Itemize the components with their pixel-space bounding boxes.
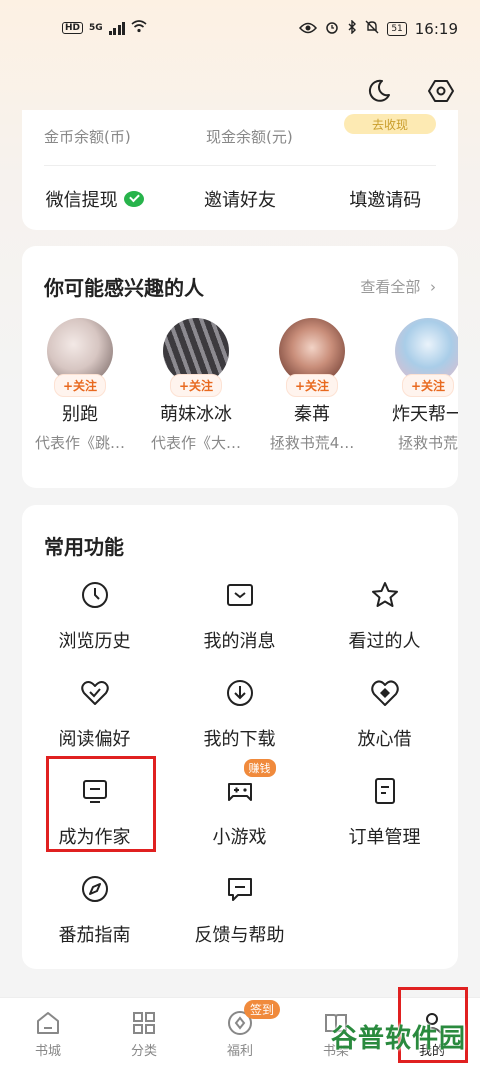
person-desc: 拯救书荒 [397,434,458,452]
earn-badge: 赚钱 [243,759,276,777]
star-icon [365,575,405,615]
person-card[interactable]: +关注 秦苒 拯救书荒4… [254,318,370,453]
settings-icon[interactable] [426,76,456,106]
enter-invite-code-label: 填邀请码 [349,190,422,211]
enter-invite-code-button[interactable]: 填邀请码 [313,186,458,212]
view-all-link[interactable]: 查看全部 › [360,276,436,297]
loan-icon [365,673,405,713]
function-loan[interactable]: 放心借 [312,673,457,751]
follow-button[interactable]: +关注 [53,374,107,397]
section-title: 你可能感兴趣的人 [44,276,204,300]
function-mini-games[interactable]: 赚钱 小游戏 [167,759,312,849]
wechat-withdraw-button[interactable]: 微信提现 [22,186,167,212]
function-viewed-people[interactable]: 看过的人 [312,575,457,653]
alarm-icon [325,20,339,38]
function-label: 阅读偏好 [58,729,131,750]
tab-label: 分类 [130,1044,157,1059]
clock-time: 16:19 [414,20,458,38]
function-label: 反馈与帮助 [194,925,285,946]
function-label: 小游戏 [212,827,267,848]
avatar: +关注 [163,318,229,397]
view-all-label: 查看全部 [360,278,421,296]
hd-indicator: HD [62,22,84,34]
function-reading-preference[interactable]: 阅读偏好 [22,673,167,751]
function-label: 浏览历史 [58,631,131,652]
heart-check-icon [75,673,115,713]
wechat-icon [123,191,144,207]
download-icon [220,673,260,713]
battery-indicator: 51 [387,22,407,36]
function-label: 我的下载 [203,729,276,750]
function-label: 放心借 [357,729,412,750]
top-actions [364,76,456,106]
divider [44,165,436,166]
function-guide[interactable]: 番茄指南 [22,869,167,947]
watermark-text: 谷普软件园 [330,1024,466,1054]
person-card[interactable]: +关注 萌妹冰冰 代表作《大… [138,318,254,453]
avatar: +关注 [395,318,458,397]
wifi-icon [131,20,147,36]
status-bar: HD 5G 51 16:19 [0,0,480,58]
eye-icon [299,20,318,38]
home-icon [33,1008,63,1038]
person-card[interactable]: +关注 别跑 代表作《跳… [22,318,138,453]
function-history[interactable]: 浏览历史 [22,575,167,653]
grid-icon [129,1008,159,1038]
wechat-withdraw-label: 微信提现 [45,190,118,211]
feedback-icon [220,869,260,909]
message-icon [220,575,260,615]
function-feedback[interactable]: 反馈与帮助 [167,869,312,947]
tab-category[interactable]: 分类 [96,998,192,1067]
person-name: 炸天帮一 [392,404,458,425]
tab-label: 书城 [34,1044,61,1059]
person-name: 秦苒 [294,404,330,425]
balance-card: 金币余额(币) 现金余额(元) 去收现 微信提现 邀请好友 填邀请码 [22,110,458,230]
bluetooth-icon [347,19,357,38]
tab-label: 福利 [226,1044,253,1059]
avatar: +关注 [279,318,345,397]
section-title: 常用功能 [44,535,124,559]
avatar: +关注 [47,318,113,397]
clock-icon [75,575,115,615]
tab-welfare[interactable]: 签到 福利 [192,998,288,1067]
follow-button[interactable]: +关注 [169,374,223,397]
tab-bookstore[interactable]: 书城 [0,998,96,1067]
person-desc: 代表作《跳… [34,434,125,452]
withdraw-badge[interactable]: 去收现 [344,114,436,134]
night-mode-icon[interactable] [364,76,394,106]
person-card[interactable]: +关注 炸天帮一 拯救书荒 [370,318,458,453]
signal-icon [108,21,126,35]
coin-balance-label: 金币余额(币) [44,128,131,146]
gamepad-icon: 赚钱 [220,759,276,811]
function-messages[interactable]: 我的消息 [167,575,312,653]
sign-in-badge: 签到 [244,1000,281,1019]
interest-card: 你可能感兴趣的人 查看全部 › +关注 别跑 代表作《跳… +关注 萌妹冰冰 代… [22,246,458,488]
follow-button[interactable]: +关注 [401,374,455,397]
person-desc: 拯救书荒4… [269,434,355,452]
chevron-right-icon: › [425,278,436,296]
highlight-box [46,756,156,852]
function-label: 我的消息 [203,631,276,652]
invite-friends-button[interactable]: 邀请好友 [167,186,312,212]
compass-icon [75,869,115,909]
invite-friends-label: 邀请好友 [203,190,276,211]
document-icon [365,771,405,811]
function-label: 看过的人 [348,631,421,652]
function-orders[interactable]: 订单管理 [312,771,457,849]
function-label: 番茄指南 [58,925,131,946]
function-downloads[interactable]: 我的下载 [167,673,312,751]
function-label: 订单管理 [348,827,421,848]
person-name: 别跑 [62,404,98,425]
functions-card: 常用功能 浏览历史 我的消息 看过的人 阅读偏好 我的下载 放心借 成为作家 赚… [22,505,458,969]
network-label: 5G [89,23,103,33]
follow-button[interactable]: +关注 [285,374,339,397]
cash-balance-label: 现金余额(元) [206,128,293,146]
person-name: 萌妹冰冰 [160,404,232,425]
person-desc: 代表作《大… [150,434,241,452]
mute-icon [365,20,379,38]
